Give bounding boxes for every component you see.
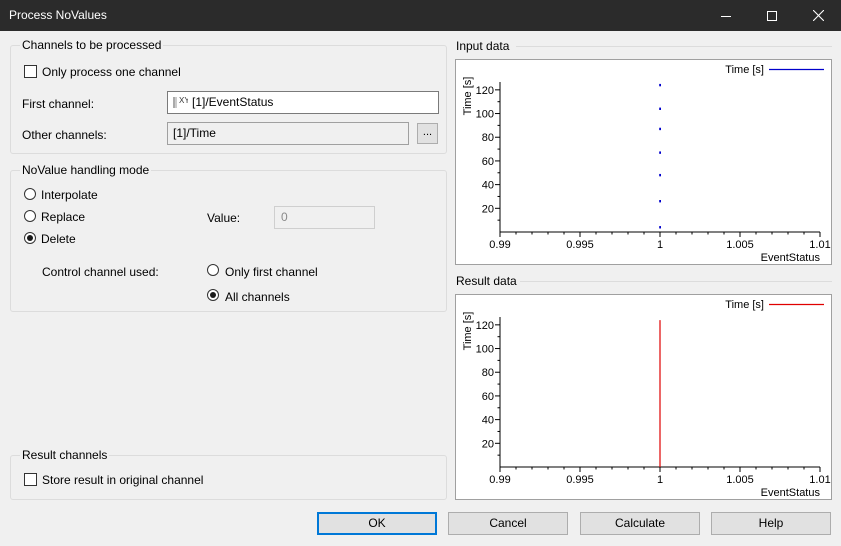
input-x-tick-label: 1.005 [726,239,754,251]
result-x-tick-label: 1.005 [726,474,754,486]
value-field-text: 0 [281,210,288,224]
result-y-tick-label: 40 [482,415,494,427]
minimize-icon [721,15,731,17]
input-y-tick-label: 40 [482,180,494,192]
browse-channels-button[interactable]: ... [417,123,438,144]
first-channel-value: [1]/EventStatus [192,95,274,109]
close-icon [812,10,824,21]
store-result-label: Store result in original channel [42,473,204,487]
interpolate-radio[interactable] [24,188,36,200]
input-x-tick-label: 0.99 [489,239,510,251]
first-channel-label: First channel: [22,97,95,111]
calculate-button[interactable]: Calculate [580,512,700,535]
store-result-checkbox[interactable] [24,473,37,486]
input-data-point [659,226,661,229]
input-data-point [659,173,661,177]
input-y-tick-label: 120 [476,85,494,97]
only-first-channel-label: Only first channel [225,265,318,279]
only-first-channel-radio[interactable] [207,264,219,276]
help-button[interactable]: Help [711,512,831,535]
other-channels-label: Other channels: [22,128,107,142]
control-channel-label: Control channel used: [42,265,159,279]
input-y-axis-label: Time [s] [462,77,474,116]
result-channels-group: Result channels Store result in original… [10,448,447,500]
input-x-axis-label: EventStatus [761,252,821,264]
result-x-tick-label: 1.01 [809,474,830,486]
replace-radio[interactable] [24,210,36,222]
input-x-tick-label: 1 [657,239,663,251]
result-y-tick-label: 80 [482,367,494,379]
maximize-icon [767,10,777,21]
result-channels-group-label: Result channels [20,448,110,462]
result-data-header: Result data [456,274,832,288]
result-y-tick-label: 20 [482,438,494,450]
window-title: Process NoValues [9,8,107,22]
ok-button[interactable]: OK [317,512,437,535]
result-y-tick-label: 60 [482,391,494,403]
input-data-header: Input data [456,39,832,53]
close-button[interactable] [795,0,841,31]
result-y-axis-label: Time [s] [462,312,474,351]
input-data-chart: 0.99 0.995 1 1.005 1.0120406080100120Time [s… [462,64,831,264]
result-y-tick-label: 120 [476,320,494,332]
result-data-chart: 0.99 0.995 1 1.005 1.0120406080100120Time [s… [462,299,831,499]
other-channels-value: [1]/Time [173,126,216,140]
result-data-label: Result data [456,274,517,288]
result-y-tick-label: 100 [476,344,494,356]
input-legend-label: Time [s] [725,64,764,76]
result-x-tick-label: 0.995 [566,474,594,486]
input-x-tick-label: 1.01 [809,239,830,251]
value-label: Value: [207,211,241,225]
result-x-tick-label: 0.99 [489,474,510,486]
all-channels-radio[interactable] [207,289,219,301]
result-data-plot[interactable]: 0.99 0.995 1 1.005 1.01 20 40 60 80 100 120 Time [s… [455,294,832,500]
novalue-group-label: NoValue handling mode [20,163,152,177]
input-data-point [659,151,661,154]
input-y-tick-label: 80 [482,132,494,144]
xy-channel-icon: XY [173,96,188,108]
only-one-channel-label: Only process one channel [42,65,181,79]
novalue-group: NoValue handling mode Interpolate Replac… [10,163,447,312]
only-one-channel-checkbox[interactable] [24,65,37,78]
title-bar: Process NoValues [0,0,841,31]
other-channels-field[interactable]: [1]/Time [167,122,409,145]
input-data-separator [516,46,832,47]
input-data-point [659,107,661,110]
minimize-button[interactable] [703,0,749,31]
input-data-plot[interactable]: 0.99 0.995 1 1.005 1.01 20 40 60 80 100 120 Time [s… [455,59,832,265]
result-data-separator [520,281,832,282]
input-data-point [659,127,661,131]
input-data-label: Input data [456,39,510,53]
input-data-point [659,200,661,203]
interpolate-label: Interpolate [41,188,98,202]
replace-label: Replace [41,210,86,224]
delete-radio[interactable] [24,232,36,244]
dialog-client: Channels to be processed Only process on… [0,31,841,546]
input-x-tick-label: 0.995 [566,239,594,251]
maximize-button[interactable] [749,0,795,31]
value-field[interactable]: 0 [274,206,375,229]
input-y-tick-label: 60 [482,156,494,168]
result-legend-label: Time [s] [725,299,764,311]
input-y-tick-label: 20 [482,203,494,215]
input-data-point [659,83,661,87]
input-y-tick-label: 100 [476,109,494,121]
all-channels-label: All channels [225,290,290,304]
svg-text:XY: XY [179,96,188,105]
result-x-axis-label: EventStatus [761,487,821,499]
delete-label: Delete [41,232,76,246]
channels-group-label: Channels to be processed [20,38,164,52]
channels-group: Channels to be processed Only process on… [10,38,447,154]
cancel-button[interactable]: Cancel [448,512,568,535]
result-x-tick-label: 1 [657,474,663,486]
first-channel-field[interactable]: XY [1]/EventStatus [167,91,439,114]
